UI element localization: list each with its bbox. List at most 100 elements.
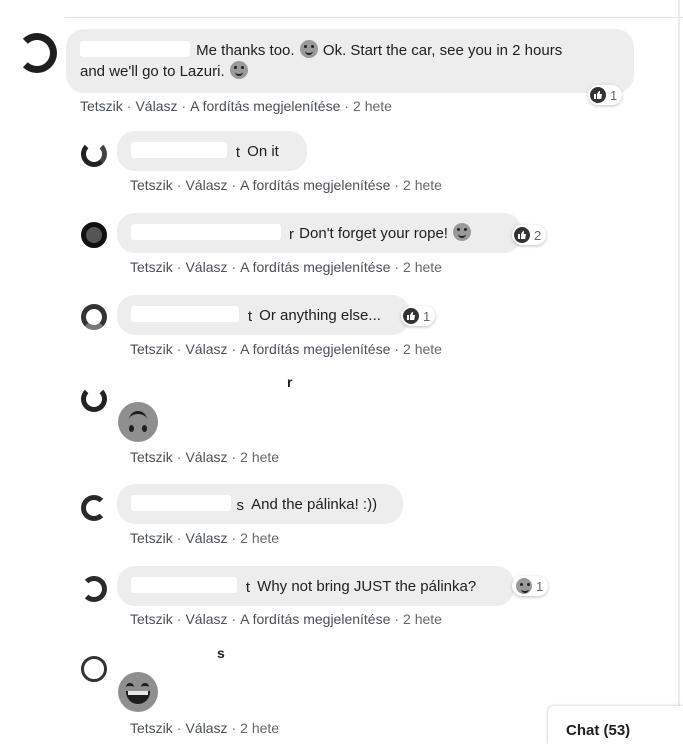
show-translation-link[interactable]: A fordítás megjelenítése xyxy=(240,611,390,627)
reaction-count: 2 xyxy=(534,227,542,243)
top-divider xyxy=(65,17,683,18)
emoji-teeth xyxy=(128,691,148,695)
separator: · xyxy=(176,449,182,465)
reply-link[interactable]: Válasz xyxy=(185,530,227,546)
avatar[interactable] xyxy=(81,386,107,412)
reaction-count-badge[interactable]: 1 xyxy=(401,306,436,326)
comment-text: Don't forget your rope! xyxy=(299,225,448,242)
show-translation-link[interactable]: A fordítás megjelenítése xyxy=(190,98,340,114)
redacted-author-name xyxy=(125,374,285,392)
separator: · xyxy=(181,98,187,114)
comment-actions: Tetszik · Válasz · A fordítás megjelenítése ·… xyxy=(130,611,442,627)
reaction-count: 1 xyxy=(536,578,544,594)
reply-link[interactable]: Válasz xyxy=(135,98,177,114)
comment-actions: Tetszik · Válasz · A fordítás megjelenítése ·… xyxy=(130,177,442,193)
separator: · xyxy=(231,259,237,275)
reply-link[interactable]: Válasz xyxy=(185,259,227,275)
separator: · xyxy=(231,611,237,627)
reaction-count-badge[interactable]: 2 xyxy=(512,225,547,245)
author-name-fragment: t xyxy=(247,308,253,325)
like-link[interactable]: Tetszik xyxy=(130,449,173,465)
author-name-fragment: r xyxy=(287,374,294,390)
separator: · xyxy=(394,611,400,627)
reply-link[interactable]: Válasz xyxy=(185,177,227,193)
separator: · xyxy=(176,341,182,357)
reaction-count-badge[interactable]: 1 xyxy=(512,576,549,596)
redacted-author-name[interactable]: r xyxy=(131,224,294,243)
timestamp[interactable]: 2 hete xyxy=(240,720,279,736)
laughing-emoji-icon xyxy=(516,578,532,594)
comment-text: On it xyxy=(247,143,279,160)
timestamp[interactable]: 2 hete xyxy=(403,341,442,357)
separator: · xyxy=(231,720,237,736)
smile-emoji-icon xyxy=(229,61,248,79)
separator: · xyxy=(344,98,350,114)
comment-bubble: Me thanks too. Ok. Start the car, see yo… xyxy=(66,29,634,93)
avatar[interactable] xyxy=(81,656,107,682)
separator: · xyxy=(394,259,400,275)
reply-link[interactable]: Válasz xyxy=(185,341,227,357)
timestamp[interactable]: 2 hete xyxy=(403,611,442,627)
comment-bubble: r Don't forget your rope! xyxy=(117,213,522,253)
reaction-count: 1 xyxy=(423,308,431,324)
timestamp[interactable]: 2 hete xyxy=(403,177,442,193)
separator: · xyxy=(394,341,400,357)
redacted-author-name[interactable]: t xyxy=(131,577,250,596)
like-icon xyxy=(590,87,606,103)
chat-tab-label: Chat (53) xyxy=(566,722,631,739)
author-name-fragment: t xyxy=(235,144,241,161)
comment-thread: Me thanks too. Ok. Start the car, see yo… xyxy=(0,0,683,744)
redacted-author-name[interactable]: t xyxy=(131,306,252,325)
redacted-author-name[interactable]: s xyxy=(131,495,244,514)
comment-bubble: t Or anything else... xyxy=(117,295,410,335)
like-link[interactable]: Tetszik xyxy=(130,341,173,357)
avatar[interactable] xyxy=(81,576,107,602)
redacted-author-name[interactable] xyxy=(80,41,190,57)
chat-tab[interactable]: Chat (53) xyxy=(548,706,683,744)
timestamp[interactable]: 2 hete xyxy=(240,530,279,546)
like-link[interactable]: Tetszik xyxy=(130,177,173,193)
reaction-count-badge[interactable]: 1 xyxy=(588,85,623,105)
author-name-fragment: r xyxy=(289,226,295,243)
comment-text: Why not bring JUST the pálinka? xyxy=(257,578,477,595)
timestamp[interactable]: 2 hete xyxy=(240,449,279,465)
timestamp[interactable]: 2 hete xyxy=(353,98,392,114)
separator: · xyxy=(176,177,182,193)
like-link[interactable]: Tetszik xyxy=(130,530,173,546)
reply-link[interactable]: Válasz xyxy=(185,611,227,627)
comment-text: and we'll go to Lazuri. xyxy=(80,63,225,80)
show-translation-link[interactable]: A fordítás megjelenítése xyxy=(240,341,390,357)
reply-link[interactable]: Válasz xyxy=(185,720,227,736)
avatar[interactable] xyxy=(81,141,107,167)
comment-actions: Tetszik · Válasz · 2 hete xyxy=(130,720,279,736)
comment-text: Or anything else... xyxy=(259,307,381,324)
smile-emoji-icon xyxy=(453,223,472,241)
show-translation-link[interactable]: A fordítás megjelenítése xyxy=(240,177,390,193)
like-link[interactable]: Tetszik xyxy=(80,98,123,114)
right-divider xyxy=(678,0,680,744)
redacted-author-name[interactable]: t xyxy=(131,142,240,161)
avatar[interactable] xyxy=(81,495,107,521)
separator: · xyxy=(176,530,182,546)
like-icon xyxy=(514,227,530,243)
like-link[interactable]: Tetszik xyxy=(130,259,173,275)
separator: · xyxy=(231,341,237,357)
show-translation-link[interactable]: A fordítás megjelenítése xyxy=(240,259,390,275)
timestamp[interactable]: 2 hete xyxy=(403,259,442,275)
separator: · xyxy=(176,611,182,627)
like-link[interactable]: Tetszik xyxy=(130,720,173,736)
like-icon xyxy=(403,308,419,324)
avatar[interactable] xyxy=(81,222,107,248)
avatar[interactable] xyxy=(81,304,107,330)
separator: · xyxy=(231,449,237,465)
comment-actions: Tetszik · Válasz · 2 hete xyxy=(130,530,279,546)
avatar[interactable] xyxy=(17,33,57,73)
like-link[interactable]: Tetszik xyxy=(130,611,173,627)
separator: · xyxy=(126,98,132,114)
separator: · xyxy=(176,720,182,736)
comment-bubble: s And the pálinka! :)) xyxy=(117,484,403,524)
comment-actions: Tetszik · Válasz · A fordítás megjelenítése ·… xyxy=(80,98,392,114)
comment-text: Ok. Start the car, see you in 2 hours xyxy=(322,42,563,59)
reply-link[interactable]: Válasz xyxy=(185,449,227,465)
author-name-fragment: s xyxy=(217,645,226,661)
